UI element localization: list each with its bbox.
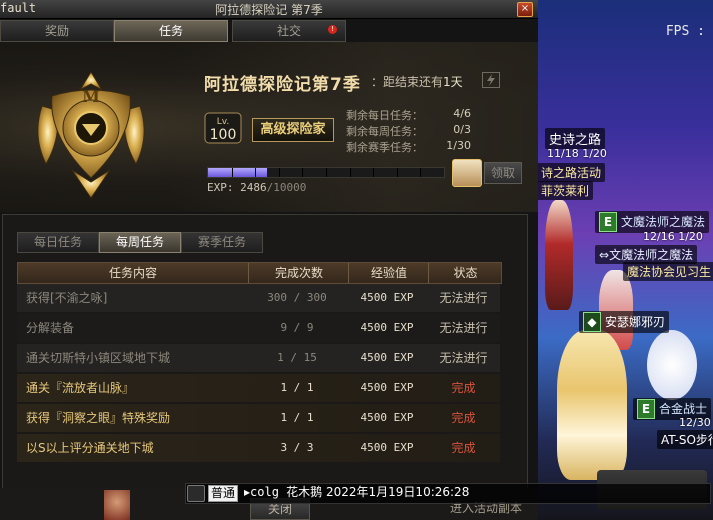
header-exp: 经验值: [348, 263, 429, 283]
quest-status: 无法进行: [439, 291, 488, 305]
chat-emoji-icon[interactable]: [187, 485, 205, 502]
chat-channel[interactable]: 普通: [208, 485, 239, 502]
npc-label: 魔法协会见习生: [623, 262, 713, 281]
character-sprite: [647, 330, 697, 400]
table-row[interactable]: 以S以上评分通关地下城 3 / 3 4500 EXP 完成: [17, 434, 500, 462]
quest-name: 通关『流放者山脉』: [26, 381, 135, 395]
quest-name: 以S以上评分通关地下城: [26, 441, 154, 455]
level-label: Lv.: [217, 117, 230, 127]
exp-segment-divider: [349, 168, 351, 177]
header-content: 任务内容: [108, 266, 157, 280]
event-e-icon: E: [637, 399, 655, 419]
quest-name: 分解装备: [26, 321, 75, 335]
level-badge: Lv. 100: [204, 112, 242, 144]
npc-label: 史诗之路: [545, 128, 606, 149]
table-row[interactable]: 获得[不渝之咏] 300 / 300 4500 EXP 无法进行: [17, 284, 500, 312]
level-value: 100: [210, 127, 237, 143]
event-date: 12/30: [679, 416, 711, 429]
remaining-weekly: 剩余每周任务： 0/3: [346, 123, 471, 138]
table-row[interactable]: 分解装备 9 / 9 4500 EXP 无法进行: [17, 314, 500, 342]
exp-segment-divider: [396, 168, 398, 177]
game-background: FPS : 史诗之路 11/18 1/20 诗之路活动 菲茨莱利 E 文魔法师之魔…: [537, 0, 713, 520]
event-date: 12/16 1/20: [643, 230, 703, 243]
close-icon[interactable]: ×: [517, 2, 533, 17]
quest-count: 1 / 15: [277, 351, 317, 364]
exp-segment-divider: [420, 168, 422, 177]
quest-exp: 4500 EXP: [360, 381, 414, 394]
quest-status: 完成: [451, 411, 476, 425]
table-row[interactable]: 通关『流放者山脉』 1 / 1 4500 EXP 完成: [17, 374, 500, 402]
tab-season[interactable]: 赛季任务: [181, 232, 263, 253]
window-title: 阿拉德探险记 第7季: [215, 3, 323, 17]
exp-segment-divider: [255, 168, 257, 177]
remaining-season: 剩余赛季任务： 1/30: [346, 139, 471, 154]
quest-count: 3 / 3: [280, 441, 314, 454]
event-e-icon: E: [599, 212, 617, 232]
npc-label: AT-SO步行: [657, 430, 713, 449]
chat-message: ▸colg 花木鹅 2022年1月19日10:26:28: [244, 485, 470, 499]
claim-button[interactable]: 领取: [484, 162, 522, 184]
exp-progress-fill: [208, 168, 267, 177]
premium-explorer-button[interactable]: 高级探险家: [252, 118, 334, 142]
quest-exp: 4500 EXP: [360, 291, 414, 304]
quest-name: 获得[不渝之咏]: [26, 291, 108, 305]
quest-count: 300 / 300: [267, 291, 327, 304]
header-status: 状态: [428, 263, 502, 283]
season-emblem-icon: M: [37, 71, 145, 199]
exp-segment-divider: [326, 168, 327, 177]
quest-count: 1 / 1: [280, 381, 314, 394]
exp-segment-divider: [278, 168, 280, 177]
season-title: 阿拉德探险记第7季: [204, 75, 361, 95]
exp-progress-bar: [207, 167, 445, 178]
quest-name: 获得『洞察之眼』特殊奖励: [26, 411, 171, 425]
avatar: [104, 490, 130, 520]
table-row[interactable]: 通关切斯特小镇区域地下城 1 / 15 4500 EXP 无法进行: [17, 344, 500, 372]
quest-status: 完成: [451, 441, 476, 455]
quest-status: 无法进行: [439, 351, 488, 365]
tab-weekly[interactable]: 每周任务: [99, 232, 181, 253]
svg-text:M: M: [82, 87, 100, 106]
season-remaining: ：距结束还有1天: [371, 75, 463, 89]
quest-count: 9 / 9: [280, 321, 314, 334]
tab-quests[interactable]: 任务: [114, 20, 228, 42]
fps-counter: FPS :: [665, 24, 705, 39]
quest-status: 无法进行: [439, 321, 488, 335]
npc-label: 诗之路活动: [537, 163, 606, 182]
tab-social[interactable]: 社交!: [232, 20, 346, 42]
tab-rewards[interactable]: 奖励: [0, 20, 114, 42]
remaining-daily: 剩余每日任务： 4/6: [346, 107, 471, 122]
exp-segment-divider: [302, 168, 304, 177]
quest-exp: 4500 EXP: [360, 321, 414, 334]
quest-exp: 4500 EXP: [360, 351, 414, 364]
quest-exp: 4500 EXP: [360, 411, 414, 424]
quest-count: 1 / 1: [280, 411, 314, 424]
title-bar[interactable]: fault 阿拉德探险记 第7季 ×: [0, 0, 538, 19]
exp-text: EXP: 2486/10000: [207, 181, 307, 194]
character-sprite: [545, 200, 573, 310]
event-e-icon: ◆: [583, 312, 601, 332]
quest-status: 完成: [451, 381, 476, 395]
tab-daily[interactable]: 每日任务: [17, 232, 99, 253]
exp-segment-divider: [373, 168, 375, 177]
exp-segment-divider: [231, 168, 233, 177]
reward-box-icon[interactable]: [452, 159, 482, 187]
table-header: 任务内容 完成次数 经验值 状态: [17, 262, 502, 284]
npc-label[interactable]: ◆ 安瑟娜邪刃: [579, 311, 670, 333]
header-count: 完成次数: [248, 263, 349, 283]
character-sprite: [557, 330, 627, 480]
quest-exp: 4500 EXP: [360, 441, 414, 454]
quest-name: 通关切斯特小镇区域地下城: [26, 351, 171, 365]
notification-badge: !: [328, 25, 337, 34]
npc-label: 菲茨莱利: [537, 181, 594, 200]
lightning-icon: [482, 72, 500, 88]
table-row[interactable]: 获得『洞察之眼』特殊奖励 1 / 1 4500 EXP 完成: [17, 404, 500, 432]
event-date: 11/18 1/20: [547, 147, 607, 160]
